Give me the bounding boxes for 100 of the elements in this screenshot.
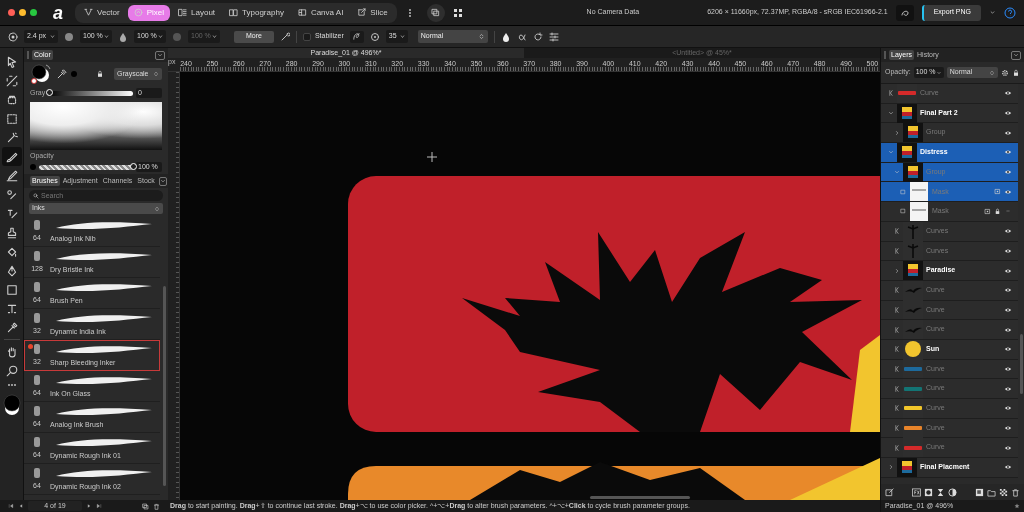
updown-icon <box>154 205 160 212</box>
brush-tip-icon <box>32 374 42 386</box>
checker-icon <box>999 487 1008 497</box>
adjustment-icon <box>936 487 945 497</box>
swirl-button[interactable] <box>895 4 914 21</box>
layer-thumbnail <box>904 306 922 313</box>
brush-tip-icon <box>32 436 42 448</box>
last-page-icon <box>96 503 102 509</box>
mask-link-icon <box>984 207 991 215</box>
mask-icon <box>924 487 933 497</box>
window-mode-icon <box>369 31 380 42</box>
layer-thumbnail <box>909 182 929 202</box>
layer-thumbnail <box>903 261 923 281</box>
curve-layer-icon <box>894 228 900 235</box>
horizontal-scrollbar[interactable] <box>590 496 690 499</box>
sparkle-frame-icon <box>297 8 307 17</box>
pointer-icon <box>5 55 18 68</box>
chevron-right-icon[interactable] <box>888 464 894 471</box>
chevron-down-icon[interactable] <box>888 110 894 117</box>
tool-button[interactable] <box>1 147 22 166</box>
copy-icon <box>431 8 441 17</box>
hand-icon <box>5 345 18 358</box>
previous-page-icon <box>18 503 24 509</box>
slider-thumb[interactable] <box>45 89 53 96</box>
mode-tab[interactable]: Slice <box>351 4 394 21</box>
stamp-icon <box>5 226 18 239</box>
color-picker-area[interactable] <box>30 102 162 150</box>
magic-wand-icon <box>5 131 18 144</box>
layer-thumbnail <box>903 123 923 143</box>
brush-tip-icon <box>32 467 42 479</box>
curve-layer-icon <box>894 346 900 353</box>
scrollbar-thumb[interactable] <box>1020 334 1023 394</box>
eyedropper-icon <box>56 68 67 80</box>
curve-layer-icon <box>894 365 900 372</box>
retouch-icon <box>5 207 18 220</box>
collapse-button[interactable] <box>1011 50 1021 60</box>
color-swatch-icon <box>2 394 21 416</box>
studio-button[interactable] <box>426 3 445 22</box>
marquee-icon <box>5 93 18 106</box>
copy-icon <box>142 502 149 510</box>
layer-thumbnail <box>904 326 922 333</box>
curve-layer-icon <box>894 247 900 254</box>
eyedropper-icon <box>5 321 18 334</box>
chevron-right-icon[interactable] <box>894 267 900 274</box>
brush-tip-icon <box>32 343 42 355</box>
scrollbar-thumb[interactable] <box>163 286 166 486</box>
edit-icon <box>885 487 894 497</box>
trash-icon <box>153 502 160 510</box>
search-icon <box>33 192 39 199</box>
chevron-right-icon[interactable] <box>894 129 900 136</box>
checkbox-icon <box>900 208 906 215</box>
mode-tab[interactable]: Canva AI <box>291 4 350 21</box>
rope-icon <box>352 32 362 41</box>
first-page-icon <box>8 503 14 509</box>
curve-layer-icon <box>894 385 900 392</box>
mode-tab[interactable]: Typography <box>223 4 290 21</box>
lock-icon <box>96 70 104 78</box>
fx-icon <box>912 487 921 497</box>
brush-tip-icon <box>32 219 42 231</box>
crosshair-icon <box>427 152 437 162</box>
checkbox-icon <box>900 188 906 195</box>
caret-icon <box>399 34 405 39</box>
caret-icon <box>935 69 942 76</box>
folder-icon <box>987 487 996 497</box>
refresh-icon <box>532 31 543 42</box>
brush-edit-icon <box>279 31 290 42</box>
slider-thumb[interactable] <box>129 163 137 170</box>
layout-icon <box>178 8 188 17</box>
lock-icon <box>1012 68 1020 77</box>
settings-icon <box>1001 68 1009 77</box>
collapse-button[interactable] <box>158 176 167 186</box>
color-wells-icon <box>30 63 52 85</box>
pencil-icon <box>5 169 18 182</box>
vector-icon <box>84 8 93 17</box>
star-icon <box>1014 503 1020 509</box>
curve-layer-icon <box>894 444 900 451</box>
opacity-icon <box>64 31 74 42</box>
chevron-icon <box>157 52 163 58</box>
transform-icon <box>5 74 18 87</box>
caret-icon <box>50 34 55 39</box>
zoom-icon <box>5 364 18 377</box>
live-filter-icon <box>948 487 957 497</box>
stabilizer-checkbox[interactable] <box>302 32 311 41</box>
mode-tab[interactable]: Layout <box>172 4 222 21</box>
picked-color-icon <box>71 71 77 77</box>
caret-icon <box>104 34 109 39</box>
curve-layer-icon <box>894 425 900 432</box>
curve-layer-icon <box>894 326 900 333</box>
paintbrush-icon <box>5 150 18 163</box>
mode-tab[interactable]: Vector <box>78 4 126 21</box>
fill-icon <box>5 245 18 258</box>
smudge-icon <box>5 188 18 201</box>
color-dot-icon <box>30 164 36 170</box>
updown-icon <box>989 69 995 76</box>
collapse-button[interactable] <box>155 50 165 60</box>
flow-icon <box>118 31 128 42</box>
rope-mode-button[interactable] <box>349 30 364 43</box>
text-icon <box>5 302 18 315</box>
pixel-icon <box>133 8 143 17</box>
rectangle-icon <box>5 283 18 296</box>
